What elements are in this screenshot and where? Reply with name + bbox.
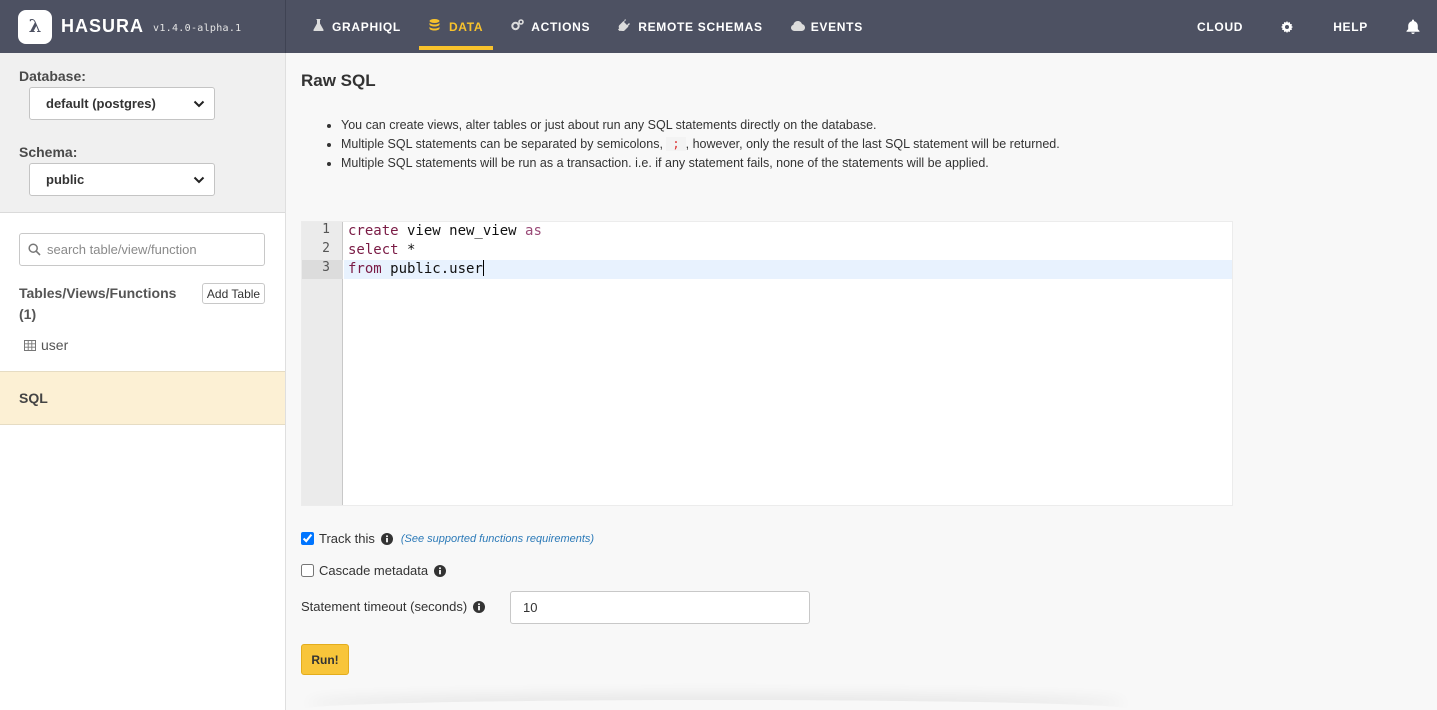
track-label[interactable]: Track this — [319, 531, 375, 546]
track-checkbox[interactable] — [301, 532, 314, 545]
database-select-value: default (postgres) — [46, 96, 156, 111]
cascade-checkbox[interactable] — [301, 564, 314, 577]
nav-actions[interactable]: ACTIONS — [501, 0, 600, 53]
track-option: Track this (See supported functions requ… — [301, 531, 594, 546]
main-content: Raw SQL You can create views, alter tabl… — [286, 53, 1437, 710]
code-line: select * — [348, 242, 416, 258]
sidebar: Database: default (postgres) Schema: pub… — [0, 53, 286, 710]
tables-heading: Tables/Views/Functions (1) — [19, 285, 177, 322]
hasura-logo-icon: λ — [18, 9, 52, 44]
help-link[interactable]: HELP — [1333, 20, 1368, 34]
table-item-label: user — [41, 337, 69, 353]
run-button[interactable]: Run! — [301, 644, 349, 675]
flask-icon — [312, 19, 324, 34]
chevron-down-icon — [193, 176, 205, 184]
table-icon — [24, 339, 36, 351]
plug-icon — [618, 19, 631, 34]
database-select[interactable]: default (postgres) — [29, 87, 215, 120]
chevron-down-icon — [193, 100, 205, 108]
info-icon[interactable] — [473, 600, 486, 613]
line-number: 2 — [322, 241, 330, 256]
instruction-item: Multiple SQL statements can be separated… — [341, 135, 1081, 154]
cloud-link[interactable]: CLOUD — [1197, 20, 1243, 34]
text-cursor — [482, 260, 485, 276]
database-label: Database: — [19, 68, 86, 84]
add-table-button[interactable]: Add Table — [202, 283, 265, 304]
instruction-item: You can create views, alter tables or ju… — [341, 116, 1081, 135]
timeout-option: Statement timeout (seconds) — [301, 599, 486, 614]
instruction-item: Multiple SQL statements will be run as a… — [341, 154, 1081, 173]
table-search — [19, 233, 265, 266]
database-schema-panel: Database: default (postgres) Schema: pub… — [0, 53, 285, 213]
bottom-shadow — [306, 700, 1126, 710]
nav-graphiql[interactable]: GRAPHIQL — [302, 0, 411, 53]
line-number: 3 — [322, 260, 330, 275]
settings-gear-icon[interactable] — [1281, 20, 1294, 33]
search-icon — [28, 243, 41, 256]
nav-right: CLOUD HELP — [1197, 0, 1437, 53]
schema-select[interactable]: public — [29, 163, 215, 196]
cogs-icon — [511, 19, 525, 34]
nav-data[interactable]: DATA — [418, 0, 494, 53]
nav-remote-schemas[interactable]: REMOTE SCHEMAS — [608, 0, 772, 53]
sql-editor[interactable]: 1 2 3 create view new_view as select * f… — [301, 221, 1233, 506]
search-input[interactable] — [47, 242, 247, 257]
code-line: from public.user — [348, 260, 485, 277]
notifications-bell-icon[interactable] — [1406, 19, 1420, 34]
top-navbar: λ HASURA v1.4.0-alpha.1 GRAPHIQL DATA AC… — [0, 0, 1437, 53]
semicolon-code: ; — [666, 137, 686, 151]
table-item-user[interactable]: user — [24, 337, 68, 353]
cascade-option: Cascade metadata — [301, 563, 447, 578]
supported-functions-link[interactable]: (See supported functions requirements) — [401, 533, 594, 545]
cascade-label[interactable]: Cascade metadata — [319, 563, 428, 578]
version-label: v1.4.0-alpha.1 — [153, 23, 242, 34]
timeout-label: Statement timeout (seconds) — [301, 599, 468, 614]
line-number: 1 — [322, 222, 330, 237]
page-title: Raw SQL — [301, 71, 376, 90]
instructions-list: You can create views, alter tables or ju… — [341, 116, 1081, 173]
sidebar-item-sql[interactable]: SQL — [0, 371, 285, 425]
info-icon[interactable] — [380, 532, 393, 545]
code-line: create view new_view as — [348, 223, 542, 239]
brand-name: HASURA — [61, 16, 145, 36]
timeout-input[interactable] — [510, 591, 810, 624]
schema-select-value: public — [46, 172, 85, 187]
cloud-icon — [790, 20, 805, 34]
schema-label: Schema: — [19, 144, 78, 160]
nav-events[interactable]: EVENTS — [781, 0, 873, 53]
brand[interactable]: λ HASURA v1.4.0-alpha.1 — [0, 0, 286, 53]
database-icon — [429, 19, 441, 34]
nav-links: GRAPHIQL DATA ACTIONS REMOTE SCHEMAS EVE… — [286, 0, 881, 53]
info-icon[interactable] — [434, 564, 447, 577]
